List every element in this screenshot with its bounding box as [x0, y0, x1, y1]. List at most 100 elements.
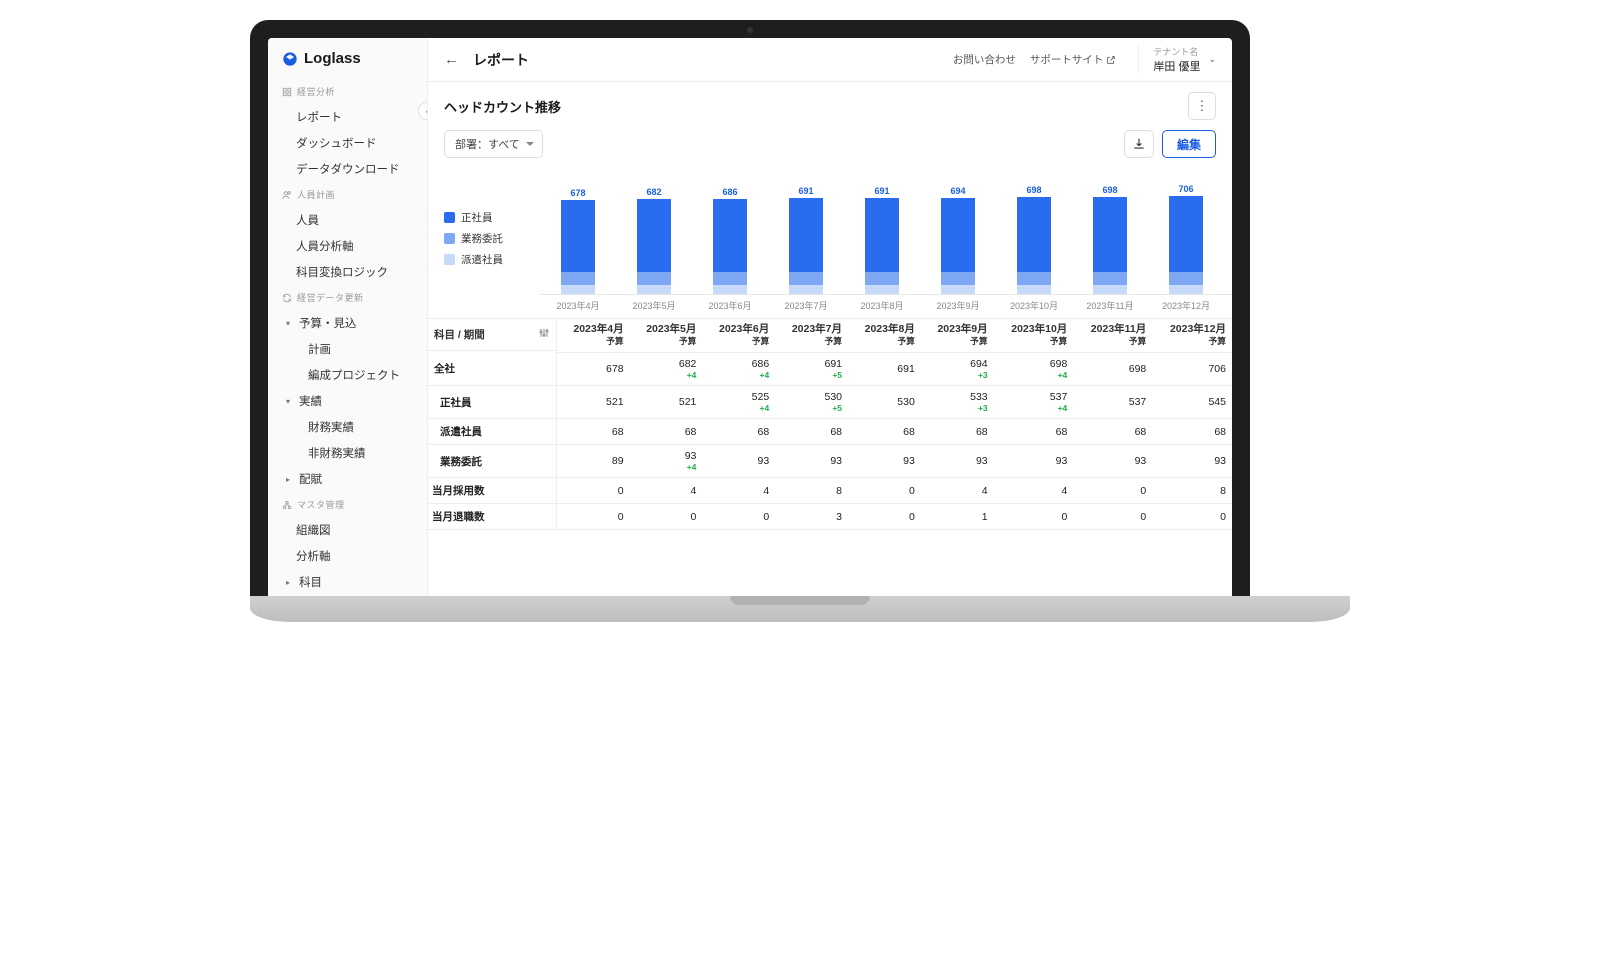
- nav-item[interactable]: ダッシュボード: [268, 130, 427, 156]
- section-icon: [282, 500, 292, 510]
- nav-group[interactable]: ▸配賦: [268, 466, 427, 492]
- cell: 698+4: [994, 353, 1074, 386]
- app-screen: Loglass ‹ 経営分析レポートダッシュボードデータダウンロード人員計画人員…: [268, 38, 1232, 598]
- contact-link[interactable]: お問い合わせ: [953, 52, 1016, 67]
- xaxis-label: 2023年5月: [616, 295, 692, 312]
- nav-item[interactable]: 人員分析軸: [268, 233, 427, 259]
- tenant-label: テナント名: [1153, 45, 1200, 58]
- nav-item[interactable]: 編成プロジェクト: [268, 362, 427, 388]
- bar-segment: [713, 199, 747, 272]
- bar-segment: [789, 272, 823, 285]
- bar-total-label: 691: [874, 186, 889, 196]
- nav-group[interactable]: ▾ 実績: [268, 388, 427, 414]
- stacked-bar: [789, 198, 823, 294]
- bar-segment: [1169, 285, 1203, 294]
- legend-label: 派遣社員: [461, 252, 503, 267]
- xaxis-label: 2023年11月: [1072, 295, 1148, 312]
- nav-group[interactable]: ▸科目: [268, 569, 427, 595]
- back-arrow-icon[interactable]: ←: [444, 51, 459, 68]
- period-header: 2023年9月予算: [921, 319, 994, 353]
- edit-button[interactable]: 編集: [1162, 130, 1216, 158]
- cell: 93: [994, 445, 1074, 478]
- nav-item[interactable]: 科目変換ロジック: [268, 259, 427, 285]
- delta-label: +4: [636, 462, 697, 472]
- cell: 89: [557, 445, 630, 478]
- cell: 0: [848, 478, 921, 504]
- chevron-down-icon: ⌄: [1208, 54, 1216, 65]
- nav-item[interactable]: 計画: [268, 336, 427, 362]
- page-title: レポート: [473, 50, 529, 70]
- support-link[interactable]: サポートサイト: [1030, 52, 1117, 67]
- laptop-notch: [730, 596, 870, 605]
- period-header: 2023年7月予算: [775, 319, 848, 353]
- cell: 0: [1073, 504, 1152, 530]
- nav-section-header: 人員計画: [268, 182, 427, 207]
- legend-item-fulltime: 正社員: [444, 210, 540, 225]
- bar-segment: [941, 198, 975, 272]
- xaxis-label: 2023年6月: [692, 295, 768, 312]
- nav-item[interactable]: データダウンロード: [268, 156, 427, 182]
- nav-group-label: 実績: [299, 393, 322, 409]
- bar-total-label: 706: [1178, 184, 1193, 194]
- delta-label: +4: [708, 403, 769, 413]
- more-menu-button[interactable]: ⋮: [1188, 92, 1216, 120]
- bar-segment: [637, 272, 671, 285]
- row-label: 当月採用数: [428, 478, 557, 504]
- cell: 525+4: [702, 386, 775, 419]
- nav-group[interactable]: ▾予算・見込: [268, 310, 427, 336]
- stacked-bar: [713, 199, 747, 294]
- download-icon: [1132, 137, 1146, 151]
- delta-label: +3: [927, 403, 988, 413]
- cell: 533+3: [921, 386, 994, 419]
- bar-segment: [865, 198, 899, 272]
- download-button[interactable]: [1124, 130, 1154, 158]
- swatch-icon: [444, 254, 455, 265]
- nav: 経営分析レポートダッシュボードデータダウンロード人員計画人員人員分析軸科目変換ロ…: [268, 79, 427, 598]
- data-table[interactable]: 科目 / 期間2023年4月予算2023年5月予算2023年6月予算2023年7…: [428, 318, 1232, 598]
- delta-label: +4: [636, 370, 697, 380]
- nav-item[interactable]: 非財務実績: [268, 440, 427, 466]
- caret-icon: ▸: [286, 475, 294, 484]
- cell: 93: [848, 445, 921, 478]
- cell: 706: [1152, 353, 1232, 386]
- laptop-base: [250, 596, 1350, 622]
- camera-icon: [747, 27, 753, 33]
- bar-segment: [561, 285, 595, 294]
- row-label: 派遣社員: [428, 419, 557, 445]
- brand[interactable]: Loglass: [268, 38, 427, 79]
- nav-item[interactable]: 組織図: [268, 517, 427, 543]
- bar-segment: [1017, 272, 1051, 285]
- nav-item[interactable]: 分析軸: [268, 543, 427, 569]
- swatch-icon: [444, 233, 455, 244]
- department-select[interactable]: 部署：すべて: [444, 130, 543, 158]
- nav-section-label: 経営分析: [297, 85, 335, 98]
- bar-segment: [637, 285, 671, 294]
- bar-column: 691: [844, 186, 920, 294]
- nav-section-label: 人員計画: [297, 188, 335, 201]
- bar-total-label: 686: [722, 187, 737, 197]
- cell: 537+4: [994, 386, 1074, 419]
- nav-item[interactable]: レポート: [268, 104, 427, 130]
- tenant-switcher[interactable]: テナント名 岸田 優里 ⌄: [1138, 45, 1216, 74]
- chart-legend: 正社員 業務委託 派遣社員: [444, 174, 540, 312]
- cell: 93: [1073, 445, 1152, 478]
- period-header: 2023年5月予算: [630, 319, 703, 353]
- bar-column: 678: [540, 188, 616, 294]
- period-header: 2023年4月予算: [557, 319, 630, 353]
- row-label: 当月退職数: [428, 504, 557, 530]
- bar-column: 694: [920, 186, 996, 294]
- delta-label: +4: [708, 370, 769, 380]
- nav-item[interactable]: 人員: [268, 207, 427, 233]
- legend-label: 業務委託: [461, 231, 503, 246]
- nav-section-label: 経営データ更新: [297, 291, 364, 304]
- cell: 68: [702, 419, 775, 445]
- delta-label: +5: [781, 403, 842, 413]
- section-icon: [282, 190, 292, 200]
- caret-icon: ▾: [286, 397, 294, 406]
- bar-segment: [1017, 285, 1051, 294]
- cell: 521: [630, 386, 703, 419]
- bar-segment: [1169, 196, 1203, 272]
- column-settings-icon[interactable]: [538, 327, 550, 342]
- stacked-bar: [637, 199, 671, 294]
- nav-item[interactable]: 財務実績: [268, 414, 427, 440]
